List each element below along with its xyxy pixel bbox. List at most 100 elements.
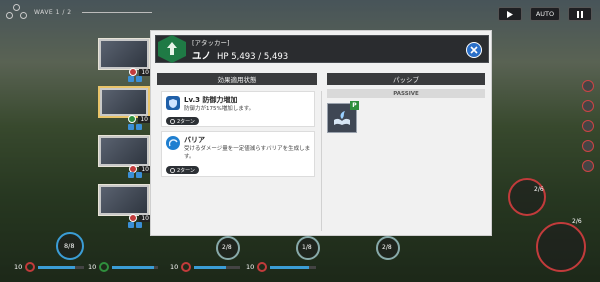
enemy-skill-1[interactable]: 2/6 — [508, 178, 546, 216]
buff-icon — [136, 124, 142, 130]
unit-level: 10 — [246, 263, 255, 271]
pause-icon — [577, 10, 583, 18]
turn-count: 2ターン — [177, 118, 195, 125]
enemy-skill-2[interactable]: 2/6 — [536, 218, 586, 272]
skill-count: 2/6 — [534, 186, 544, 193]
buff-icon — [128, 124, 134, 130]
party-portrait-2[interactable]: 10 — [98, 86, 150, 123]
status-icons — [128, 76, 142, 82]
defense-up-icon — [166, 96, 180, 110]
skill-count: 8/8 — [64, 242, 75, 250]
skill-count: 2/8 — [222, 244, 232, 251]
attacker-class-icon — [158, 35, 186, 63]
turn-count: 2ターン — [177, 167, 195, 174]
barrier-icon — [166, 136, 180, 150]
enemy-portrait[interactable] — [582, 140, 594, 152]
turn-badge: 2ターン — [166, 117, 199, 125]
arrow-up-icon — [167, 42, 177, 55]
role-icon — [128, 115, 136, 123]
unit-role-icon — [257, 262, 268, 272]
effect-description: 受けるダメージ量を一定値減らすバリアを生成します。 — [184, 146, 311, 160]
unit-level: 10 — [14, 263, 23, 271]
unit-status-2: 10 — [88, 262, 159, 272]
effect-description: 防御力が175%増加します。 — [184, 106, 255, 112]
passive-section-title: パッシブ — [327, 73, 485, 85]
wave-indicator: WAVE 1 / 2 — [34, 8, 72, 16]
skill-count: 2/6 — [572, 218, 582, 225]
buff-icon — [128, 222, 134, 228]
effects-section-title: 効果適用状態 — [157, 73, 317, 85]
unit-role-icon — [25, 262, 36, 272]
unit-status-1: 10 — [14, 262, 85, 272]
effect-card[interactable]: Lv.3 防御力増加 防御力が175%増加します。 2ターン — [161, 91, 315, 127]
buff-icon — [128, 76, 134, 82]
passive-badge: P — [350, 101, 359, 110]
auto-button[interactable]: AUTO — [530, 7, 560, 21]
effect-title: Lv.3 防御力増加 — [184, 96, 238, 104]
unit-level: 10 — [88, 263, 97, 271]
hp-bar — [270, 265, 317, 269]
top-right-hud: AUTO — [498, 7, 592, 21]
game-screen: WAVE 1 / 2 AUTO 10 10 10 10 10 10 10 10 … — [0, 0, 600, 282]
character-status-modal: [アタッカー] ユノ HP 5,493 / 5,493 効果適用状態 パッシブ … — [150, 30, 492, 236]
effect-title: バリア — [184, 136, 205, 144]
hp-bar — [194, 265, 241, 269]
wind-book-icon — [334, 111, 350, 125]
clock-icon — [170, 118, 175, 124]
portrait-face — [101, 138, 147, 164]
character-hp: HP 5,493 / 5,493 — [217, 51, 289, 62]
role-icon — [129, 214, 137, 222]
close-button[interactable] — [466, 42, 482, 58]
skill-count: 1/8 — [302, 244, 312, 251]
passive-label: PASSIVE — [327, 89, 485, 98]
skill-button-1[interactable]: 8/8 — [56, 232, 84, 260]
passive-skill-icon[interactable]: P — [327, 101, 359, 133]
turn-badge: 2ターン — [166, 166, 199, 174]
skill-count: 2/8 — [382, 244, 392, 251]
skill-button-2[interactable]: 2/8 — [216, 236, 240, 260]
effect-card[interactable]: バリア 受けるダメージ量を一定値減らすバリアを生成します。 2ターン — [161, 131, 315, 177]
buff-icon — [136, 172, 142, 178]
enemy-portrait[interactable] — [582, 80, 594, 92]
unit-role-icon — [181, 262, 192, 272]
unit-status-3: 10 — [170, 262, 241, 272]
clock-icon — [170, 167, 175, 173]
party-portrait-4[interactable]: 10 — [98, 184, 151, 222]
enemy-portrait[interactable] — [582, 160, 594, 172]
hp-bar — [112, 265, 159, 269]
buff-icon — [128, 172, 134, 178]
character-role: [アタッカー] — [192, 38, 230, 47]
wave-divider — [81, 11, 152, 13]
portrait-level: 10 — [138, 116, 150, 123]
party-portrait-1[interactable]: 10 — [98, 38, 151, 76]
buff-icon — [136, 222, 142, 228]
barrier-shape-icon — [168, 138, 178, 146]
party-portrait-3[interactable]: 10 — [98, 135, 151, 173]
role-icon — [129, 68, 137, 76]
character-name: ユノ — [192, 50, 212, 62]
name-row: ユノ HP 5,493 / 5,493 — [192, 48, 288, 62]
hp-bar — [38, 265, 85, 269]
pause-button[interactable] — [568, 7, 592, 21]
top-left-hud: WAVE 1 / 2 — [6, 4, 152, 20]
skill-button-3[interactable]: 1/8 — [296, 236, 320, 260]
skill-button-4[interactable]: 2/8 — [376, 236, 400, 260]
close-icon — [470, 46, 478, 54]
header-text: [アタッカー] ユノ HP 5,493 / 5,493 — [192, 37, 288, 62]
enemy-portrait[interactable] — [582, 100, 594, 112]
portrait-face — [101, 41, 147, 67]
status-icons — [128, 124, 142, 130]
status-icons — [128, 222, 142, 228]
team-triangle-icon — [6, 4, 28, 20]
play-speed-button[interactable] — [498, 7, 522, 21]
unit-status-4: 10 — [246, 262, 317, 272]
shield-icon — [169, 98, 177, 108]
enemy-portrait[interactable] — [582, 120, 594, 132]
buff-icon — [136, 76, 142, 82]
column-divider — [321, 91, 322, 231]
portrait-face — [102, 90, 146, 114]
modal-header: [アタッカー] ユノ HP 5,493 / 5,493 — [155, 35, 489, 63]
unit-level: 10 — [170, 263, 179, 271]
portrait-face — [101, 187, 147, 213]
unit-role-icon — [99, 262, 110, 272]
